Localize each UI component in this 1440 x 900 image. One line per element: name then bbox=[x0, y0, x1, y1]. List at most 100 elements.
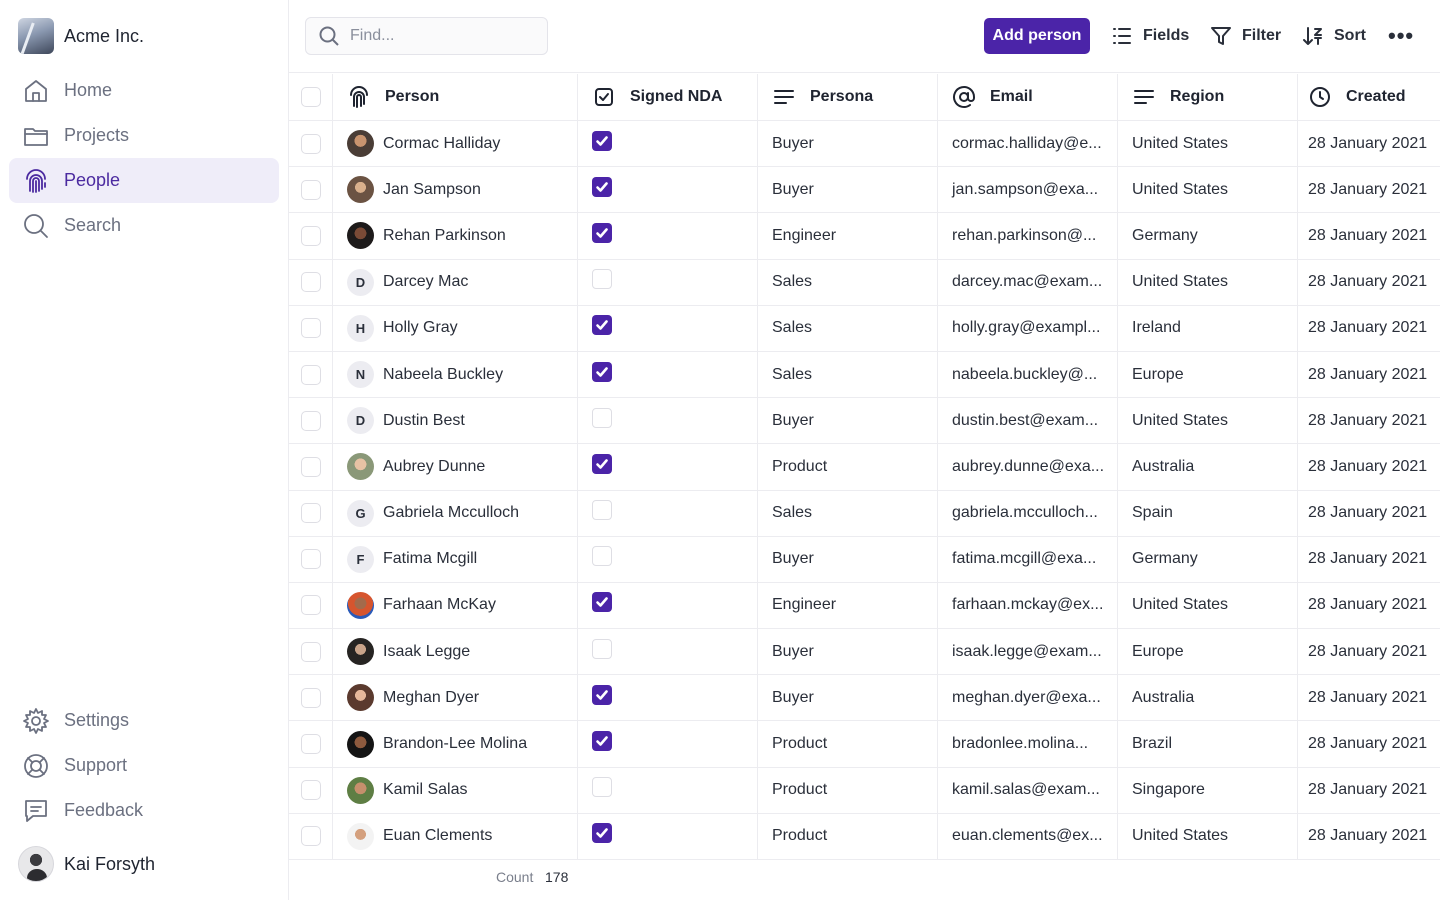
region-cell[interactable]: Singapore bbox=[1118, 767, 1298, 813]
persona-cell[interactable]: Sales bbox=[758, 490, 938, 536]
row-checkbox[interactable] bbox=[301, 503, 321, 524]
region-cell[interactable]: United States bbox=[1118, 121, 1298, 167]
person-cell[interactable]: G Gabriela Mcculloch bbox=[333, 490, 578, 536]
persona-cell[interactable]: Buyer bbox=[758, 167, 938, 213]
persona-cell[interactable]: Engineer bbox=[758, 582, 938, 629]
nav-item-support[interactable]: Support bbox=[9, 743, 279, 788]
table-row[interactable]: D Dustin Best Buyer dustin.best@exam... Unit… bbox=[289, 398, 1440, 445]
nav-item-home[interactable]: Home bbox=[9, 68, 279, 113]
persona-cell[interactable]: Buyer bbox=[758, 536, 938, 582]
row-checkbox[interactable] bbox=[301, 410, 321, 431]
email-cell[interactable]: dustin.best@exam... bbox=[938, 398, 1118, 444]
region-cell[interactable]: Australia bbox=[1118, 675, 1298, 721]
row-checkbox[interactable] bbox=[301, 318, 321, 339]
nda-checkbox[interactable] bbox=[592, 777, 612, 798]
created-cell[interactable]: 28 January 2021 bbox=[1298, 491, 1440, 536]
nda-checkbox[interactable] bbox=[592, 500, 612, 521]
email-cell[interactable]: fatima.mcgill@exa... bbox=[938, 536, 1118, 582]
created-cell[interactable]: 28 January 2021 bbox=[1298, 260, 1440, 305]
nda-checkbox[interactable] bbox=[592, 592, 612, 613]
nav-item-search[interactable]: Search bbox=[9, 203, 279, 248]
row-checkbox[interactable] bbox=[301, 179, 321, 200]
column-header-created[interactable]: Created bbox=[1298, 74, 1440, 120]
email-cell[interactable]: holly.gray@exampl... bbox=[938, 305, 1118, 351]
persona-cell[interactable]: Buyer bbox=[758, 398, 938, 444]
select-all-checkbox[interactable] bbox=[301, 87, 321, 107]
email-cell[interactable]: kamil.salas@exam... bbox=[938, 767, 1118, 813]
row-checkbox[interactable] bbox=[301, 133, 321, 154]
table-row[interactable]: Meghan Dyer Buyer meghan.dyer@exa... Austra… bbox=[289, 675, 1440, 722]
region-cell[interactable]: Australia bbox=[1118, 444, 1298, 490]
region-cell[interactable]: United States bbox=[1118, 167, 1298, 213]
email-cell[interactable]: gabriela.mcculloch... bbox=[938, 490, 1118, 536]
email-cell[interactable]: nabeela.buckley@... bbox=[938, 351, 1118, 398]
persona-cell[interactable]: Sales bbox=[758, 305, 938, 351]
region-cell[interactable]: Spain bbox=[1118, 490, 1298, 536]
nda-checkbox[interactable] bbox=[592, 546, 612, 567]
region-cell[interactable]: United States bbox=[1118, 398, 1298, 444]
persona-cell[interactable]: Engineer bbox=[758, 213, 938, 259]
email-cell[interactable]: cormac.halliday@e... bbox=[938, 121, 1118, 167]
region-cell[interactable]: United States bbox=[1118, 582, 1298, 629]
region-cell[interactable]: Germany bbox=[1118, 536, 1298, 582]
persona-cell[interactable]: Product bbox=[758, 767, 938, 813]
persona-cell[interactable]: Product bbox=[758, 721, 938, 767]
nda-checkbox[interactable] bbox=[592, 269, 612, 290]
person-cell[interactable]: Farhaan McKay bbox=[333, 582, 578, 629]
persona-cell[interactable]: Sales bbox=[758, 259, 938, 305]
table-row[interactable]: Cormac Halliday Buyer cormac.halliday@e...… bbox=[289, 121, 1440, 168]
row-checkbox[interactable] bbox=[301, 687, 321, 708]
column-header-person[interactable]: Person bbox=[333, 74, 578, 120]
created-cell[interactable]: 28 January 2021 bbox=[1298, 398, 1440, 443]
column-header-persona[interactable]: Persona bbox=[758, 74, 938, 120]
nav-item-people[interactable]: People bbox=[9, 158, 279, 203]
row-checkbox[interactable] bbox=[301, 734, 321, 755]
row-checkbox[interactable] bbox=[301, 456, 321, 477]
created-cell[interactable]: 28 January 2021 bbox=[1298, 629, 1440, 674]
created-cell[interactable]: 28 January 2021 bbox=[1298, 352, 1440, 397]
person-cell[interactable]: Isaak Legge bbox=[333, 629, 578, 675]
nda-checkbox[interactable] bbox=[592, 823, 612, 844]
created-cell[interactable]: 28 January 2021 bbox=[1298, 537, 1440, 582]
person-cell[interactable]: Kamil Salas bbox=[333, 767, 578, 813]
region-cell[interactable]: Brazil bbox=[1118, 721, 1298, 767]
email-cell[interactable]: meghan.dyer@exa... bbox=[938, 675, 1118, 721]
created-cell[interactable]: 28 January 2021 bbox=[1298, 444, 1440, 489]
email-cell[interactable]: jan.sampson@exa... bbox=[938, 167, 1118, 213]
nav-item-feedback[interactable]: Feedback bbox=[9, 788, 279, 833]
email-cell[interactable]: farhaan.mckay@ex... bbox=[938, 582, 1118, 629]
person-cell[interactable]: D Dustin Best bbox=[333, 398, 578, 444]
region-cell[interactable]: Europe bbox=[1118, 629, 1298, 675]
created-cell[interactable]: 28 January 2021 bbox=[1298, 768, 1440, 813]
email-cell[interactable]: rehan.parkinson@... bbox=[938, 213, 1118, 259]
nda-checkbox[interactable] bbox=[592, 407, 612, 428]
person-cell[interactable]: Aubrey Dunne bbox=[333, 444, 578, 490]
person-cell[interactable]: Jan Sampson bbox=[333, 167, 578, 213]
row-checkbox[interactable] bbox=[301, 780, 321, 801]
row-checkbox[interactable] bbox=[301, 225, 321, 246]
person-cell[interactable]: Brandon-Lee Molina bbox=[333, 721, 578, 767]
persona-cell[interactable]: Product bbox=[758, 444, 938, 490]
table-row[interactable]: Aubrey Dunne Product aubrey.dunne@exa... Au… bbox=[289, 444, 1440, 491]
filter-button[interactable]: Filter bbox=[1210, 18, 1281, 54]
table-row[interactable]: G Gabriela Mcculloch Sales gabriela.mccullo… bbox=[289, 490, 1440, 537]
workspace-switcher[interactable]: Acme Inc. bbox=[18, 18, 144, 54]
created-cell[interactable]: 28 January 2021 bbox=[1298, 213, 1440, 258]
table-row[interactable]: N Nabeela Buckley Sales nabeela.buckley@...… bbox=[289, 351, 1440, 399]
add-person-button[interactable]: Add person bbox=[984, 18, 1090, 54]
nda-checkbox[interactable] bbox=[592, 361, 612, 382]
column-header-email[interactable]: Email bbox=[938, 74, 1118, 120]
person-cell[interactable]: Cormac Halliday bbox=[333, 121, 578, 167]
email-cell[interactable]: isaak.legge@exam... bbox=[938, 629, 1118, 675]
persona-cell[interactable]: Buyer bbox=[758, 121, 938, 167]
table-row[interactable]: Kamil Salas Product kamil.salas@exam... Sin… bbox=[289, 767, 1440, 814]
person-cell[interactable]: Meghan Dyer bbox=[333, 675, 578, 721]
nda-checkbox[interactable] bbox=[592, 130, 612, 151]
table-row[interactable]: F Fatima Mcgill Buyer fatima.mcgill@exa... G… bbox=[289, 536, 1440, 583]
row-checkbox[interactable] bbox=[301, 641, 321, 662]
fields-button[interactable]: Fields bbox=[1111, 18, 1189, 54]
person-cell[interactable]: N Nabeela Buckley bbox=[333, 351, 578, 398]
nda-checkbox[interactable] bbox=[592, 638, 612, 659]
created-cell[interactable]: 28 January 2021 bbox=[1298, 167, 1440, 212]
email-cell[interactable]: bradonlee.molina... bbox=[938, 721, 1118, 767]
